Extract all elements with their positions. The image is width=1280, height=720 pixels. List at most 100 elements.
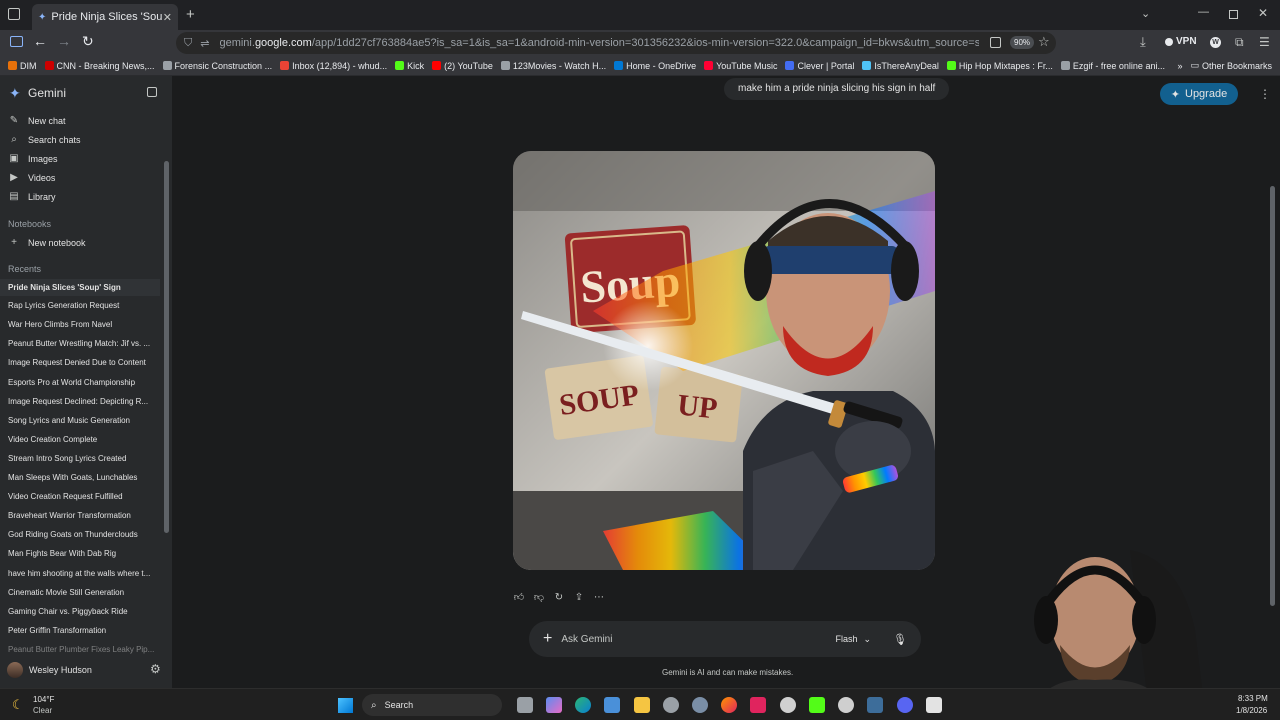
vpn-button[interactable]: VPN (1165, 36, 1197, 47)
tab-actions-icon[interactable] (8, 8, 20, 20)
settings-gear-icon[interactable]: ⚙ (150, 662, 161, 676)
sidebar-item-search-chats[interactable]: ⌕ Search chats (0, 130, 160, 149)
recent-chat-item[interactable]: Peanut Butter Wrestling Match: Jif vs. .… (8, 339, 158, 348)
collapse-sidebar-icon[interactable] (147, 87, 157, 97)
settings-icon[interactable] (692, 697, 708, 713)
site-info-icon[interactable]: ⛉ (184, 37, 192, 50)
notepad-icon[interactable] (926, 697, 942, 713)
recent-chat-item[interactable]: God Riding Goats on Thunderclouds (8, 530, 158, 539)
bookmark-item[interactable]: YouTube Music (704, 61, 777, 71)
edge-icon[interactable] (575, 697, 591, 713)
recent-chat-item[interactable]: Video Creation Complete (8, 435, 158, 444)
recent-chat-item[interactable]: Gaming Chair vs. Piggyback Ride (8, 607, 158, 616)
recent-chat-item[interactable]: Rap Lyrics Generation Request (8, 301, 158, 310)
zoom-badge[interactable]: 90% (1010, 36, 1035, 49)
recent-chat-item[interactable]: Braveheart Warrior Transformation (8, 511, 158, 520)
share-icon[interactable]: ⇪ (572, 590, 586, 604)
bookmark-item[interactable]: IsThereAnyDeal (862, 61, 939, 71)
steam-icon[interactable] (867, 697, 883, 713)
active-tab[interactable]: ✦ Pride Ninja Slices 'Soup' Sign - G ✕ (32, 4, 178, 30)
more-icon[interactable]: ⋯ (592, 590, 606, 604)
app-c-icon[interactable] (838, 697, 854, 713)
new-notebook-button[interactable]: + New notebook (0, 233, 160, 252)
user-account[interactable]: Wesley Hudson ⚙ (0, 656, 172, 684)
discord-icon[interactable] (897, 697, 913, 713)
install-app-icon[interactable] (990, 37, 1001, 48)
microphone-icon[interactable]: 🎙︎ (893, 633, 907, 646)
bookmark-item[interactable]: Clever | Portal (785, 61, 854, 71)
bookmark-item[interactable]: Kick (395, 61, 424, 71)
extensions-icon[interactable]: ⧉ (1235, 35, 1244, 50)
minimize-icon[interactable]: — (1198, 6, 1209, 18)
restore-icon[interactable] (1229, 10, 1238, 19)
recent-chat-item[interactable]: Image Request Declined: Depicting R... (8, 397, 158, 406)
new-tab-icon[interactable]: + (186, 6, 195, 23)
sidebar-item-library[interactable]: ▤ Library (0, 187, 160, 206)
recent-chat-item[interactable]: Man Fights Bear With Dab Rig (8, 549, 158, 558)
close-window-icon[interactable]: ✕ (1258, 6, 1268, 20)
obs-icon[interactable] (780, 697, 796, 713)
bookmark-item[interactable]: Home - OneDrive (614, 61, 696, 71)
bookmark-item[interactable]: 123Movies - Watch H... (500, 61, 606, 71)
media-play-icon[interactable] (809, 697, 825, 713)
recent-chat-item[interactable]: Esports Pro at World Championship (8, 378, 158, 387)
sidebar-toggle-icon[interactable] (10, 36, 23, 47)
ask-input[interactable]: Ask Gemini (561, 634, 835, 645)
recent-chat-item[interactable]: Song Lyrics and Music Generation (8, 416, 158, 425)
downloads-icon[interactable]: ⤓ (1140, 34, 1146, 50)
menu-icon[interactable]: ☰ (1259, 35, 1270, 49)
task-view-icon[interactable] (517, 697, 533, 713)
recent-chat-item[interactable]: Peter Griffin Transformation (8, 626, 158, 635)
recent-chat-item[interactable]: Cinematic Movie Still Generation (8, 588, 158, 597)
recent-chat-item[interactable]: Pride Ninja Slices 'Soup' Sign (0, 279, 160, 296)
media-player-icon[interactable] (750, 697, 766, 713)
copilot-icon[interactable] (546, 697, 562, 713)
recent-chat-item[interactable]: Man Sleeps With Goats, Lunchables (8, 473, 158, 482)
bookmark-item[interactable]: DIM (8, 61, 37, 71)
sidebar-item-videos[interactable]: ▶ Videos (0, 168, 160, 187)
firefox-icon[interactable] (721, 697, 737, 713)
recent-chat-item[interactable]: Image Request Denied Due to Content (8, 358, 158, 367)
recent-chat-item[interactable]: have him shooting at the walls where t..… (8, 569, 158, 578)
tune-icon[interactable]: ⇌ (200, 37, 209, 50)
model-selector[interactable]: Flash ⌄ (835, 634, 871, 645)
generated-image[interactable]: Soup SOUP UP (513, 151, 935, 570)
bookmark-item[interactable]: CNN - Breaking News,... (44, 61, 155, 71)
main-scrollbar[interactable] (1270, 186, 1275, 606)
file-explorer-icon[interactable] (634, 697, 650, 713)
recent-chat-item[interactable]: Video Creation Request Fulfilled (8, 492, 158, 501)
add-attachment-icon[interactable]: + (543, 630, 552, 648)
regenerate-icon[interactable]: ↻ (552, 590, 566, 604)
taskbar-search[interactable]: ⌕ Search (362, 694, 502, 716)
thumbs-down-icon[interactable]: 👎︎ (532, 590, 546, 604)
bookmark-star-icon[interactable]: ☆ (1038, 34, 1050, 50)
weather-temp[interactable]: 104°F (33, 695, 54, 704)
sidebar-scrollbar[interactable] (164, 161, 169, 533)
tab-search-icon[interactable]: ⌄ (1141, 7, 1150, 20)
more-options-icon[interactable]: ⋮ (1259, 87, 1271, 101)
recent-chat-item[interactable]: Peanut Butter Plumber Fixes Leaky Pip... (8, 645, 158, 654)
recent-chat-item[interactable]: Stream Intro Song Lyrics Created (8, 454, 158, 463)
sidebar-item-images[interactable]: ▣ Images (0, 149, 160, 168)
chrome-icon[interactable] (663, 697, 679, 713)
bookmark-item[interactable]: Ezgif - free online ani... (1060, 61, 1165, 71)
forward-icon[interactable]: → (57, 33, 71, 49)
recent-chat-item[interactable]: War Hero Climbs From Navel (8, 320, 158, 329)
bookmark-item[interactable]: Inbox (12,894) - whud... (280, 61, 387, 71)
ask-input-bar[interactable]: + Ask Gemini Flash ⌄ 🎙︎ (529, 621, 921, 657)
upgrade-button[interactable]: ✦ Upgrade (1160, 83, 1238, 105)
other-bookmarks-folder[interactable]: » ▭ Other Bookmarks (1177, 60, 1272, 71)
back-icon[interactable]: ← (33, 33, 47, 49)
store-icon[interactable] (604, 697, 620, 713)
windows-start-icon[interactable] (338, 698, 353, 713)
close-tab-icon[interactable]: ✕ (163, 11, 172, 24)
sidebar-item-new-chat[interactable]: ✎ New chat (0, 111, 160, 130)
bookmark-item[interactable]: Forensic Construction ... (162, 61, 272, 71)
bookmark-item[interactable]: (2) YouTube (432, 61, 493, 71)
bookmark-item[interactable]: Hip Hop Mixtapes : Fr... (946, 61, 1053, 71)
clock-time[interactable]: 8:33 PM (1238, 694, 1268, 703)
reload-icon[interactable]: ↻ (82, 33, 94, 50)
address-bar[interactable]: ⛉ ⇌ gemini.google.com/app/1dd27cf763884a… (176, 32, 1056, 54)
thumbs-up-icon[interactable]: 👍︎ (512, 590, 526, 604)
wallet-icon[interactable]: W (1210, 37, 1221, 48)
